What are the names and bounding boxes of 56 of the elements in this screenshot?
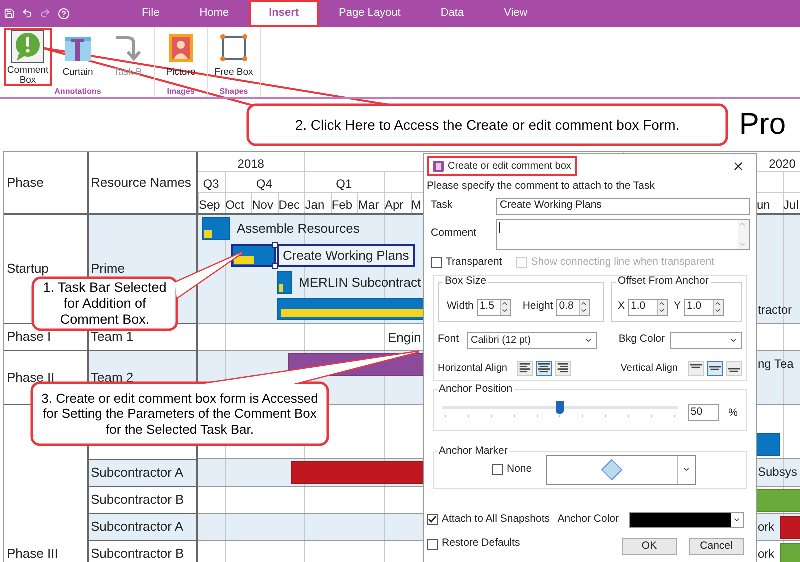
month-label: Mar [357,196,380,214]
dialog-title: Create or edit comment box [448,160,572,174]
callout-text: 2. Click Here to Access the Create or edit comment box Form. [295,116,680,134]
month-label: Feb [330,196,353,214]
field-label: Anchor Color [558,512,619,527]
task-label: Create Working Plans [277,244,416,267]
month-label: Sep [198,196,220,214]
month-label: Apr [384,196,404,214]
checkbox-label: Restore Defaults [442,536,520,552]
group-title: Box Size [443,276,488,286]
month-label: Jul [782,196,799,214]
dialog-prompt: Please specify the comment to attach to the Task [427,179,656,194]
task-label: ork [758,546,775,562]
group-title: Offset From Anchor [616,276,711,286]
task-label: ng Tea [758,356,794,373]
month-label: Dec [278,196,300,214]
checkbox-label: Transparent [446,254,502,270]
field-label: Y [674,299,682,314]
task-label: ork [758,519,775,536]
task-label: Assemble Resources [236,220,361,238]
field-label: Font [438,332,460,348]
unit-label: % [728,406,738,421]
field-label: Bkg Color [618,332,665,348]
quarter-label: Q1 [335,176,354,194]
field-label: Vertical Align [620,362,678,376]
field-label: Horizontal Align [438,362,508,376]
checkbox-label: Show connecting line when transparent [531,254,715,270]
month-label: M [410,196,422,214]
year-label: 2020 [768,156,797,173]
group-label: Images [167,88,195,97]
field-label: Width [447,299,474,314]
month-label: Nov [251,196,274,214]
task-label: Subsys [758,464,798,481]
task-label: tractor [758,302,792,319]
month-label: un [756,196,770,214]
field-label: Task [431,198,454,214]
field-label: Comment [431,226,478,242]
group-label: Annotations [54,88,102,97]
resource-cell: Subcontractor A [89,459,198,487]
checkbox-label: None [507,462,532,477]
checkbox-label: Attach to All Snapshots [442,512,550,527]
group-title: Anchor Marker [438,446,509,456]
chart-title: Pro [739,110,786,140]
month-label: Jan [304,196,325,214]
task-label: MERLIN Subcontract [298,274,422,292]
resource-cell: Subcontractor A [89,514,198,541]
task-label: Engin [388,329,422,347]
group-label: Shapes [220,88,248,97]
quarter-label: Q4 [255,176,274,194]
year-label: 2018 [236,156,266,173]
column-header: Phase [4,152,89,213]
field-label: Height [522,299,554,314]
field-label: X [618,299,626,314]
quarter-label: Q3 [202,176,220,194]
group-title: Anchor Position [438,384,514,394]
month-label: Oct [224,196,244,214]
